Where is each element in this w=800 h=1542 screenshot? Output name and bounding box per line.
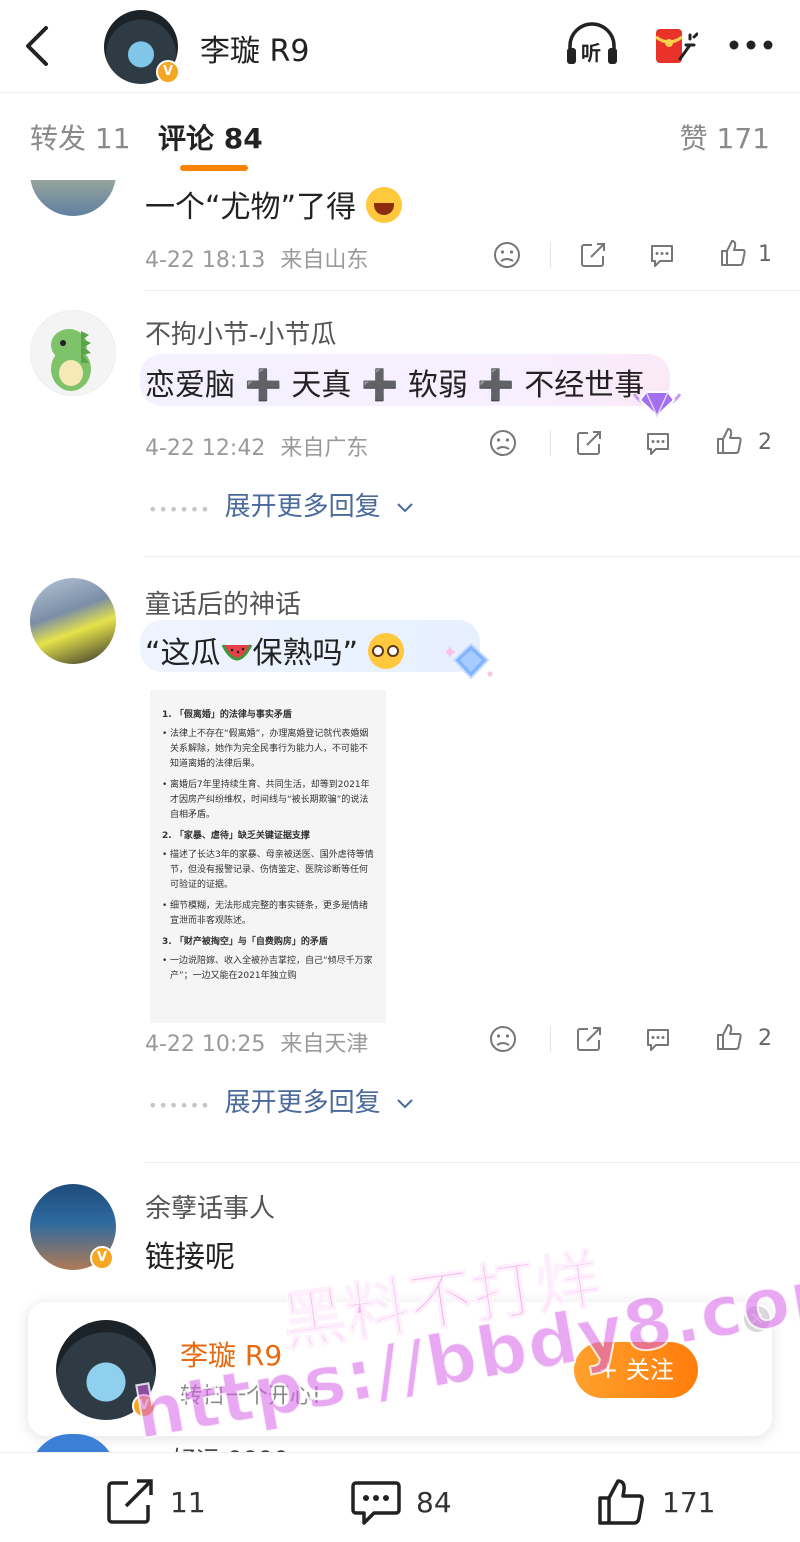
comment-time: 4-22 18:13 [145, 248, 266, 273]
comment-time: 4-22 12:42 [145, 436, 266, 461]
commenter-name[interactable]: 童话后的神话 [145, 584, 301, 621]
dislike-icon[interactable] [488, 1024, 518, 1058]
comment-list[interactable]: 一个“尤物”了得 4-22 18:13 来自山东 1 不拘小节-小节瓜 恋爱脑 … [0, 180, 800, 1450]
comment-text: “这瓜 保熟吗” [145, 628, 404, 672]
like-icon[interactable] [718, 238, 748, 272]
popup-author-name[interactable]: 李璇 R9 [180, 1334, 282, 1374]
expand-replies-label: 展开更多回复 [224, 1088, 381, 1118]
divider [145, 1162, 800, 1163]
dots-leader: •••••• [148, 1096, 211, 1115]
tab-comment[interactable]: 评论 84 [158, 117, 263, 157]
comment-text-part: 保熟吗” [252, 636, 359, 671]
reply-icon[interactable] [643, 428, 673, 462]
active-tab-indicator [180, 165, 248, 171]
dislike-icon[interactable] [488, 428, 518, 462]
comment-image-document[interactable]: 1. 「假离婚」的法律与事实矛盾 法律上不存在“假离婚”，办理离婚登记就代表婚姻… [150, 690, 386, 1023]
reply-icon[interactable] [647, 240, 677, 274]
comment-location: 来自山东 [280, 248, 369, 273]
comment-meta: 4-22 10:25 来自天津 [145, 1026, 368, 1058]
expand-replies-label: 展开更多回复 [224, 492, 381, 522]
red-packet-icon[interactable] [650, 21, 698, 69]
tab-bar: 转发 11 评论 84 赞 171 [0, 92, 800, 180]
expand-replies-link[interactable]: •••••• 展开更多回复 [148, 486, 415, 523]
tab-like[interactable]: 赞 171 [680, 117, 770, 157]
watermelon-icon [221, 638, 253, 661]
commenter-name[interactable]: 余孽话事人 [145, 1188, 275, 1225]
comment-meta: 4-22 12:42 来自广东 [145, 430, 368, 462]
comment-count: 84 [416, 1485, 452, 1519]
tab-repost[interactable]: 转发 11 [30, 117, 131, 157]
commenter-avatar[interactable] [30, 578, 116, 664]
verified-badge: V [156, 60, 180, 84]
thumbs-up-icon [598, 1479, 644, 1525]
comment-button[interactable]: 84 [350, 1477, 452, 1527]
repost-icon [107, 1479, 153, 1524]
comment-location: 来自广东 [280, 436, 369, 461]
share-icon[interactable] [578, 240, 608, 274]
like-count: 171 [662, 1485, 716, 1519]
action-separator [550, 430, 551, 456]
reply-icon[interactable] [643, 1024, 673, 1058]
popup-subtitle: 转扫一个开心! [180, 1384, 321, 1409]
listen-headphones-icon[interactable]: 听 [564, 22, 620, 68]
comment-text-part: “这瓜 [145, 636, 221, 671]
doc-heading: 3. 「财产被掏空」与「自费购房」的矛盾 [162, 937, 328, 947]
comment-location: 来自天津 [280, 1032, 369, 1057]
action-separator [550, 242, 551, 268]
grinning-face-icon [365, 187, 402, 223]
like-icon[interactable] [714, 426, 744, 460]
doc-heading: 1. 「假离婚」的法律与事实矛盾 [162, 710, 292, 720]
doc-bullet: 描述了长达3年的家暴、母亲被送医、国外虐待等情节，但没有报警记录、伤情鉴定、医院… [162, 848, 376, 893]
dinosaur-avatar-icon [51, 329, 91, 391]
comment-time: 4-22 10:25 [145, 1032, 266, 1057]
commenter-name[interactable]: 不拘小节-小节瓜 [145, 314, 336, 351]
like-count: 2 [758, 430, 772, 455]
share-icon[interactable] [574, 1024, 604, 1058]
bottom-action-bar: 11 84 171 [0, 1452, 800, 1542]
top-bar: V 李璇 R9 听 [0, 0, 800, 92]
commenter-avatar[interactable] [30, 310, 116, 396]
dots-leader: •••••• [148, 500, 211, 519]
comment-text: 恋爱脑 ➕ 天真 ➕ 软弱 ➕ 不经世事 [145, 368, 645, 403]
comment-bubble-icon [351, 1481, 401, 1525]
repost-button[interactable]: 11 [104, 1477, 206, 1527]
listen-label: 听 [581, 41, 601, 65]
commenter-avatar[interactable] [30, 180, 116, 216]
back-arrow-icon[interactable] [18, 22, 58, 70]
doc-bullet: 离婚后7年里持续生育、共同生活，却等到2021年才因房产纠纷维权，时间线与“被长… [162, 778, 376, 823]
author-name[interactable]: 李璇 R9 [200, 26, 309, 70]
chevron-down-icon [397, 503, 413, 513]
comment-text: 链接呢 [145, 1240, 235, 1275]
doc-bullet: 细节模糊，无法形成完整的事实链条，更多是情绪宣泄而非客观陈述。 [162, 899, 376, 929]
verified-badge: V [132, 1394, 156, 1418]
comment-text: 一个“尤物”了得 [145, 182, 402, 226]
divider [145, 556, 800, 557]
like-count: 2 [758, 1026, 772, 1051]
doc-bullet: 法律上不存在“假离婚”，办理离婚登记就代表婚姻关系解除，她作为完全民事行为能力人… [162, 727, 376, 772]
follow-popup: V 李璇 R9 转扫一个开心! + 关注 × [28, 1302, 772, 1436]
repost-count: 11 [170, 1485, 206, 1519]
action-separator [550, 1026, 551, 1052]
divider [145, 290, 800, 291]
sparkle-diamond-badge-icon [444, 640, 496, 686]
expand-replies-link[interactable]: •••••• 展开更多回复 [148, 1082, 415, 1119]
dislike-icon[interactable] [492, 240, 522, 274]
like-count: 1 [758, 242, 772, 267]
follow-button[interactable]: + 关注 [574, 1342, 698, 1398]
comment-meta: 4-22 18:13 来自山东 [145, 242, 368, 274]
like-button[interactable]: 171 [596, 1477, 715, 1527]
doc-bullet: 一边说陪嫁、收入全被孙吉掌控，自己“倾尽千万家产”；一边又能在2021年独立购 [162, 954, 376, 984]
diamond-badge-icon [630, 380, 684, 424]
doc-heading: 2. 「家暴、虐待」缺乏关键证据支撑 [162, 831, 310, 841]
chevron-down-icon [397, 1099, 413, 1109]
close-icon[interactable]: × [744, 1306, 770, 1332]
comment-text-content: 一个“尤物”了得 [145, 190, 357, 225]
share-icon[interactable] [574, 428, 604, 462]
verified-badge: V [90, 1246, 114, 1270]
more-dots-icon[interactable] [728, 39, 774, 51]
glasses-face-icon [367, 633, 404, 669]
like-icon[interactable] [714, 1022, 744, 1056]
